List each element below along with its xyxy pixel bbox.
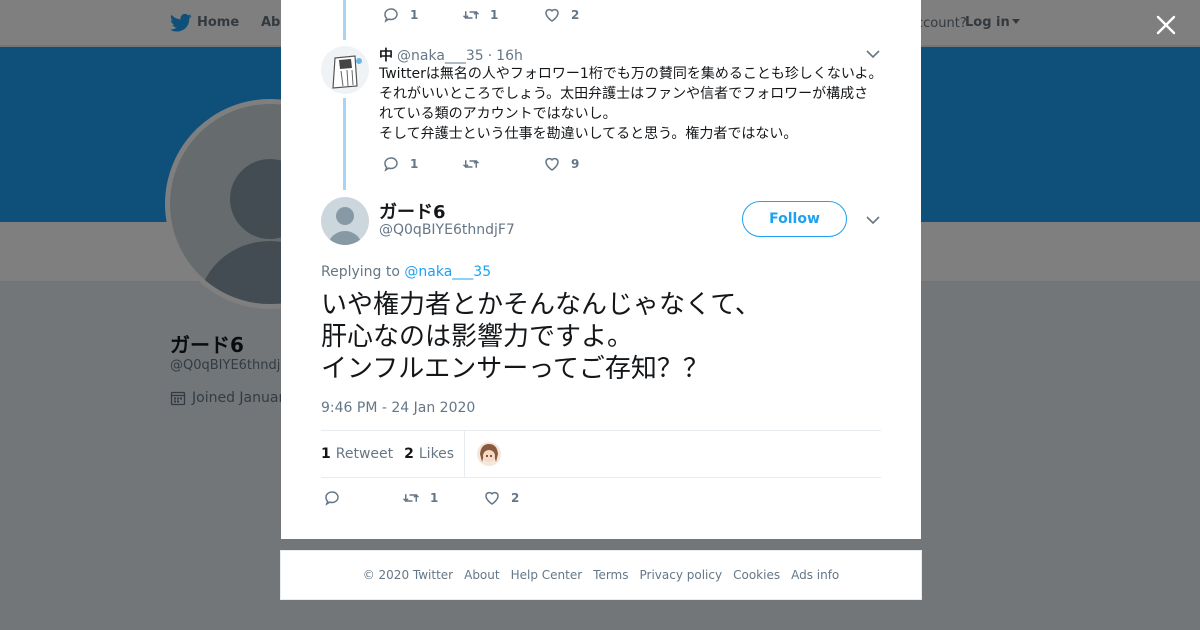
like-action[interactable]: 2 [543, 6, 579, 24]
prev-tweet-actions: 1 1 2 [382, 6, 579, 24]
retweets-stat[interactable]: 1 Retweet [321, 446, 393, 462]
thread-line-bottom [343, 98, 346, 190]
replying-to-link[interactable]: @naka___35 [404, 264, 491, 280]
replying-to-prefix: Replying to [321, 264, 400, 280]
reply-action[interactable] [323, 489, 402, 507]
reply-author-avatar[interactable] [321, 46, 369, 94]
retweets-number: 1 [321, 446, 331, 462]
reply-author-name[interactable]: 中 [379, 45, 393, 65]
reply-icon [325, 491, 339, 506]
reply-author-handle[interactable]: @naka___35 [397, 48, 484, 64]
heart-icon [485, 491, 499, 505]
reply-tweet-actions: 1 9 [382, 155, 579, 173]
follow-button[interactable]: Follow [742, 201, 847, 237]
reply-tweet-text: Twitterは無名の人やフォロワー1桁でも万の賛同を集めることも珍しくないよ。… [379, 66, 883, 142]
like-action[interactable]: 2 [483, 489, 519, 507]
like-action[interactable]: 9 [543, 155, 579, 173]
close-icon[interactable] [1153, 12, 1179, 38]
heart-icon [545, 8, 559, 22]
likes-number: 2 [404, 446, 414, 462]
main-tweet-actions: 1 2 [323, 489, 519, 507]
tweet-stats: 1 Retweet 2 Likes [321, 430, 881, 478]
footer-link-help-center[interactable]: Help Center [511, 568, 583, 582]
chevron-down-icon[interactable] [866, 49, 880, 59]
retweet-icon [462, 159, 480, 169]
main-author-avatar[interactable] [321, 197, 369, 245]
reply-action[interactable]: 1 [382, 155, 462, 173]
retweet-count: 1 [430, 491, 439, 505]
tweet-modal: 1 1 2 中 @naka___35 · 16h Twitterは無名の人やフォ… [281, 0, 921, 539]
likes-label: Likes [418, 446, 455, 462]
reply-count: 1 [410, 8, 419, 22]
modal-footer: © 2020 Twitter About Help Center Terms P… [280, 550, 922, 600]
retweet-action[interactable]: 1 [462, 6, 543, 24]
like-count: 2 [511, 491, 520, 505]
retweet-action[interactable] [462, 155, 543, 173]
footer-link-cookies[interactable]: Cookies [733, 568, 780, 582]
reply-tweet-header: 中 @naka___35 · 16h [379, 45, 523, 65]
like-count: 9 [571, 157, 580, 171]
chevron-down-icon[interactable] [866, 215, 880, 225]
reply-icon [384, 8, 398, 23]
footer-link-about[interactable]: About [464, 568, 499, 582]
retweet-action[interactable]: 1 [402, 489, 483, 507]
likes-stat[interactable]: 2 Likes [404, 446, 454, 462]
tweet-timestamp[interactable]: 9:46 PM - 24 Jan 2020 [321, 400, 475, 416]
liker-avatar[interactable] [477, 442, 502, 466]
footer-link-terms[interactable]: Terms [593, 568, 628, 582]
main-author-name[interactable]: ガード6 [379, 198, 446, 224]
replying-to: Replying to @naka___35 [321, 264, 491, 280]
retweets-label: Retweet [335, 446, 394, 462]
reply-count: 1 [410, 157, 419, 171]
like-count: 2 [571, 8, 580, 22]
stats-divider [464, 430, 466, 478]
retweet-icon [402, 493, 420, 503]
meta-separator: · [487, 48, 493, 64]
reply-time[interactable]: 16h [496, 48, 523, 64]
heart-icon [545, 157, 559, 171]
footer-copyright: © 2020 Twitter [362, 568, 454, 582]
thread-line-top [343, 0, 346, 40]
main-author-handle[interactable]: @Q0qBIYE6thndjF7 [379, 222, 515, 238]
reply-action[interactable]: 1 [382, 6, 462, 24]
footer-link-privacy[interactable]: Privacy policy [640, 568, 723, 582]
main-tweet-text: いや権力者とかそんなんじゃなくて、 肝心なのは影響力ですよ。 インフルエンサーっ… [321, 290, 761, 384]
footer-link-ads-info[interactable]: Ads info [791, 568, 839, 582]
retweet-icon [462, 10, 480, 20]
reply-icon [384, 157, 398, 172]
retweet-count: 1 [490, 8, 499, 22]
